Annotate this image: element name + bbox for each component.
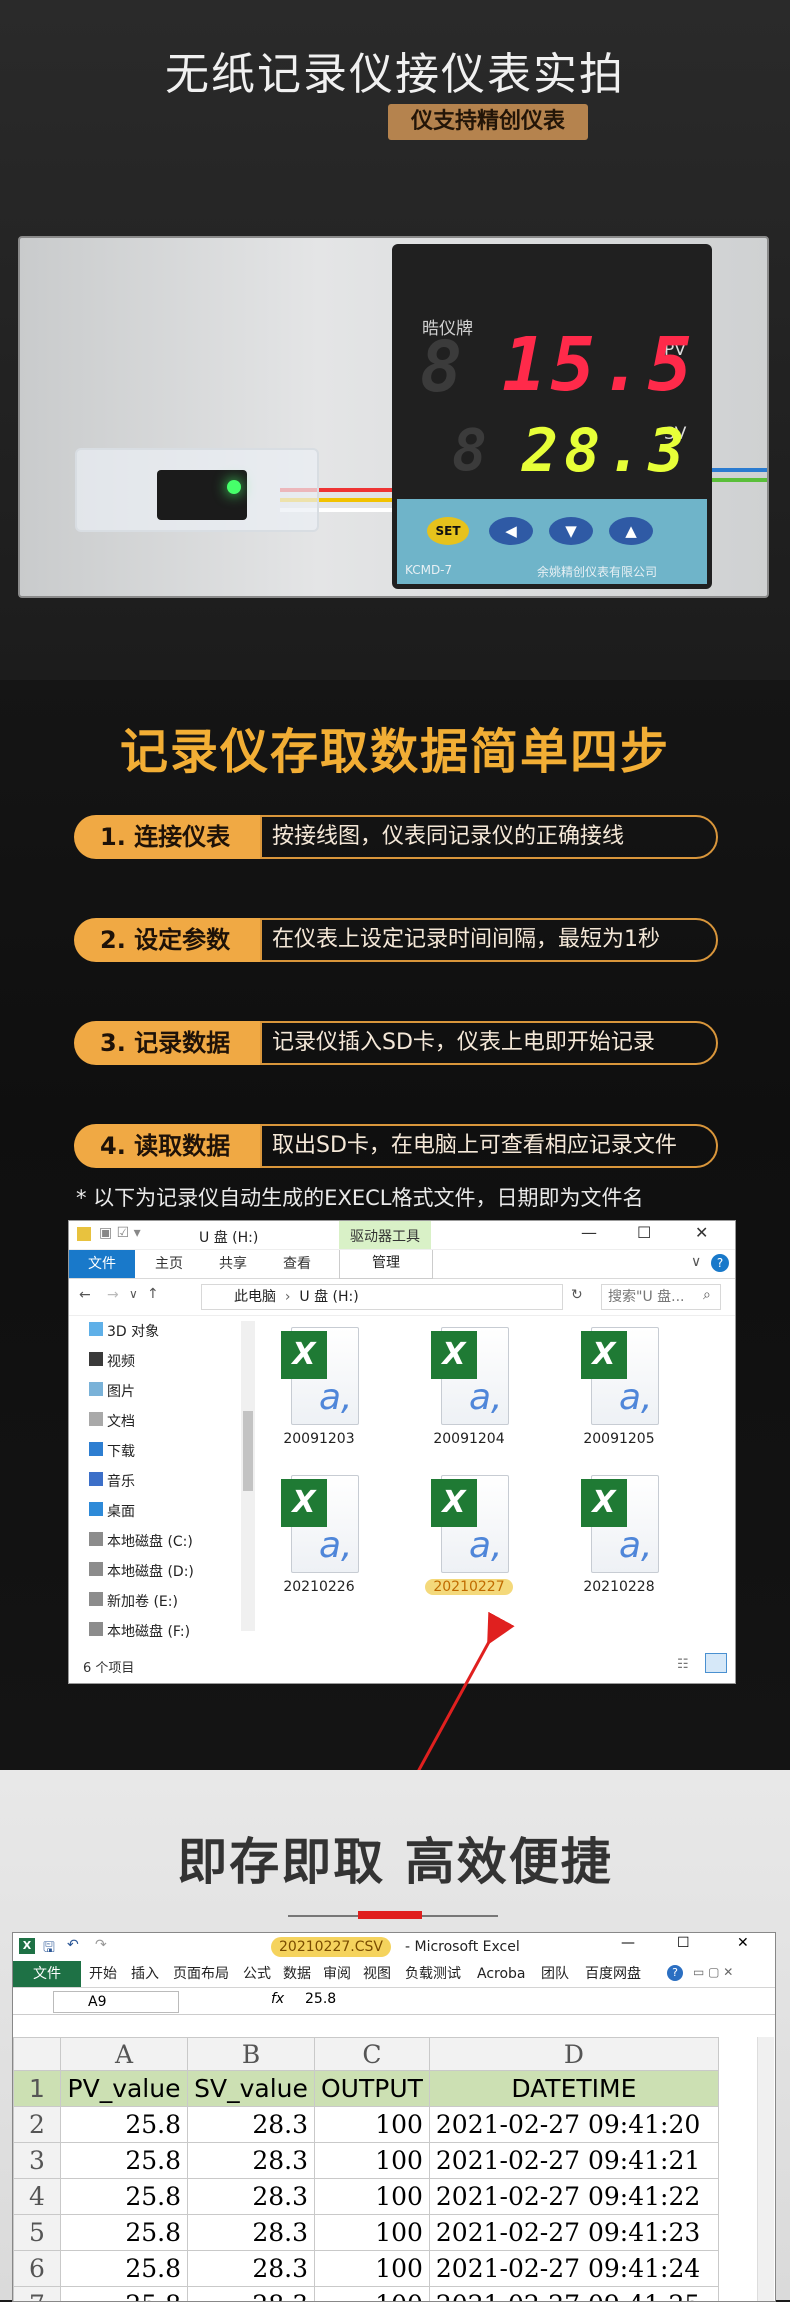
help-icon[interactable]: ? <box>667 1965 683 1981</box>
tab-insert[interactable]: 插入 <box>131 1961 159 1987</box>
tab-review[interactable]: 审阅 <box>323 1961 351 1987</box>
cell[interactable]: 2021-02-27 09:41:20 <box>429 2107 718 2143</box>
maximize-icon[interactable]: ☐ <box>677 1935 690 1951</box>
close-icon[interactable]: ✕ <box>737 1935 749 1951</box>
row-header[interactable]: 3 <box>14 2143 61 2179</box>
excel-logo-icon: X <box>19 1938 35 1954</box>
convenience-title: 即存即取 高效便捷 <box>0 1822 790 1894</box>
cell[interactable]: 28.3 <box>188 2107 315 2143</box>
redo-icon[interactable]: ↷ <box>95 1937 107 1953</box>
cell[interactable]: 2021-02-27 09:41:21 <box>429 2143 718 2179</box>
cell[interactable]: 100 <box>315 2143 430 2179</box>
cell[interactable]: 100 <box>315 2215 430 2251</box>
cell[interactable]: 25.8 <box>61 2143 188 2179</box>
column-header[interactable]: A <box>61 2038 188 2071</box>
table-row: 2 25.8 28.3 100 2021-02-27 09:41:20 <box>14 2107 719 2143</box>
tab-baidu[interactable]: 百度网盘 <box>585 1961 641 1987</box>
select-all-corner[interactable] <box>14 2038 61 2071</box>
excel-titlebar: X 🖫 ↶ ↷ 20210227.CSV - Microsoft Excel —… <box>13 1933 775 1961</box>
undo-icon[interactable]: ↶ <box>67 1937 79 1953</box>
spreadsheet-grid: A B C D 1 PV_value SV_value OUTPUT DATET… <box>13 2037 719 2302</box>
formula-bar: A9 fx 25.8 <box>13 1988 775 2015</box>
tab-formulas[interactable]: 公式 <box>243 1961 271 1987</box>
window-controls-icon[interactable]: ▭ ▢ ✕ <box>693 1965 733 1979</box>
cell[interactable]: 28.3 <box>188 2179 315 2215</box>
fx-icon[interactable]: fx <box>271 1991 284 2007</box>
tab-load-test[interactable]: 负载测试 <box>405 1961 461 1987</box>
name-box[interactable]: A9 <box>53 1991 179 2013</box>
excel-ribbon: 文件 开始 插入 页面布局 公式 数据 审阅 视图 负载测试 Acroba 团队… <box>13 1961 775 1988</box>
tab-page-layout[interactable]: 页面布局 <box>173 1961 229 1987</box>
cell-header[interactable]: DATETIME <box>429 2071 718 2107</box>
cell[interactable]: 2021-02-27 09:41:23 <box>429 2215 718 2251</box>
vertical-scrollbar[interactable] <box>757 2037 774 2301</box>
cell-header[interactable]: PV_value <box>61 2071 188 2107</box>
tab-file[interactable]: 文件 <box>13 1961 81 1987</box>
column-header[interactable]: C <box>315 2038 430 2071</box>
title-divider-accent <box>358 1911 422 1919</box>
column-header[interactable]: D <box>429 2038 718 2071</box>
cell[interactable]: 25.8 <box>61 2251 188 2287</box>
cell[interactable]: 28.3 <box>188 2143 315 2179</box>
cell[interactable]: 2021-02-27 09:41:22 <box>429 2179 718 2215</box>
cell[interactable]: 25.8 <box>61 2179 188 2215</box>
row-header[interactable]: 2 <box>14 2107 61 2143</box>
cell[interactable]: 100 <box>315 2251 430 2287</box>
minimize-icon[interactable]: — <box>621 1935 635 1951</box>
row-header[interactable]: 1 <box>14 2071 61 2107</box>
cell-header[interactable]: OUTPUT <box>315 2071 430 2107</box>
cell[interactable]: 100 <box>315 2107 430 2143</box>
excel-app-name: - Microsoft Excel <box>405 1939 520 1955</box>
table-row: 4 25.8 28.3 100 2021-02-27 09:41:22 <box>14 2179 719 2215</box>
row-header[interactable]: 6 <box>14 2251 61 2287</box>
cell[interactable]: 28.3 <box>188 2251 315 2287</box>
table-row: 3 25.8 28.3 100 2021-02-27 09:41:21 <box>14 2143 719 2179</box>
row-header[interactable]: 5 <box>14 2215 61 2251</box>
tab-start[interactable]: 开始 <box>89 1961 117 1987</box>
cell[interactable]: 100 <box>315 2179 430 2215</box>
cell[interactable]: 25.8 <box>61 2215 188 2251</box>
save-icon[interactable]: 🖫 <box>43 1937 55 1961</box>
table-row: 5 25.8 28.3 100 2021-02-27 09:41:23 <box>14 2215 719 2251</box>
column-header[interactable]: B <box>188 2038 315 2071</box>
excel-file-name: 20210227.CSV <box>271 1937 391 1957</box>
cell-header[interactable]: SV_value <box>188 2071 315 2107</box>
tab-team[interactable]: 团队 <box>541 1961 569 1987</box>
tab-view[interactable]: 视图 <box>363 1961 391 1987</box>
formula-input[interactable]: 25.8 <box>305 1991 336 2007</box>
cell[interactable]: 28.3 <box>188 2215 315 2251</box>
tab-acrobat[interactable]: Acroba <box>477 1961 526 1987</box>
cell[interactable]: 2021-02-27 09:41:24 <box>429 2251 718 2287</box>
row-header[interactable]: 4 <box>14 2179 61 2215</box>
excel-window: X 🖫 ↶ ↷ 20210227.CSV - Microsoft Excel —… <box>12 1932 776 2302</box>
cell[interactable]: 25.8 <box>61 2107 188 2143</box>
tab-data[interactable]: 数据 <box>283 1961 311 1987</box>
table-row: 6 25.8 28.3 100 2021-02-27 09:41:24 <box>14 2251 719 2287</box>
